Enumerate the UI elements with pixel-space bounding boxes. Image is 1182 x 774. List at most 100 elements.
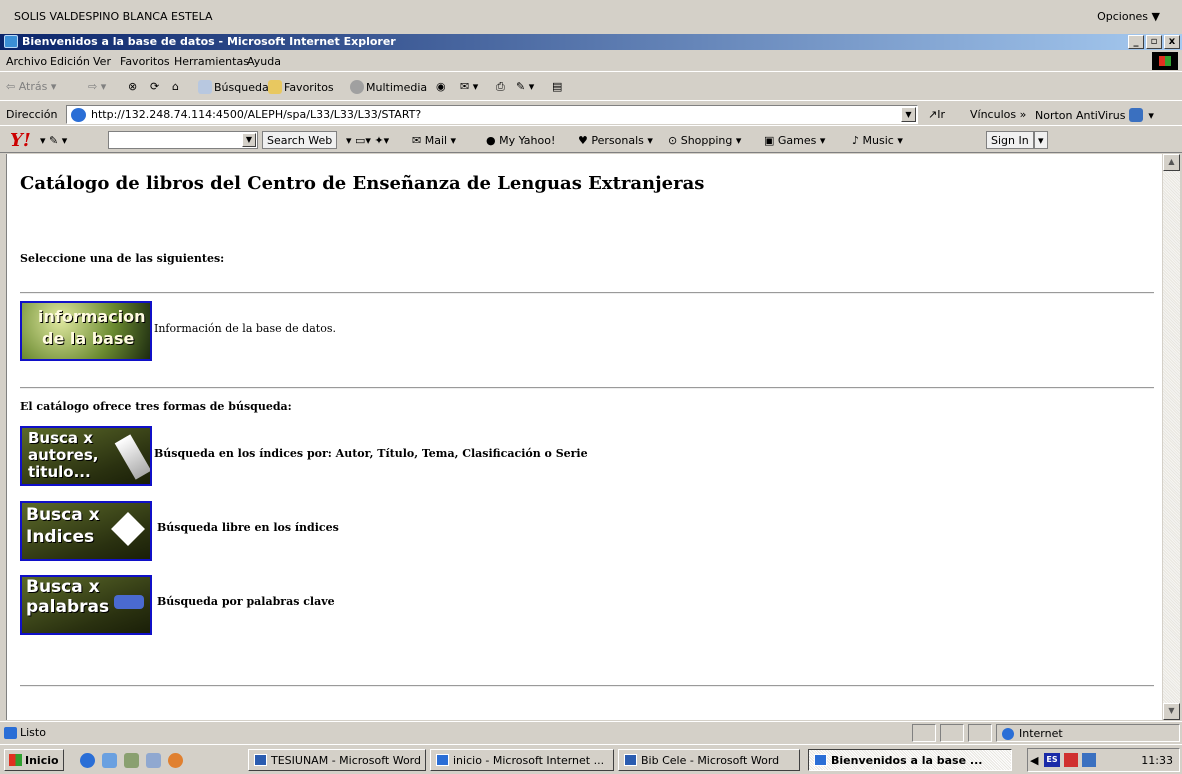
mail-icon[interactable]: ✉ ▾ xyxy=(460,80,478,93)
user-bar: SOLIS VALDESPINO BLANCA ESTELA Opciones … xyxy=(0,0,1182,34)
address-label: Dirección xyxy=(6,108,58,121)
address-input[interactable]: http://132.248.74.114:4500/ALEPH/spa/L33… xyxy=(66,105,918,124)
highlight-icon[interactable]: ▾ ▭▾ ✦▾ xyxy=(346,134,389,147)
forward-button[interactable]: ⇨ ▾ xyxy=(88,80,106,93)
pencil-icon[interactable]: ▾ ✎ ▾ xyxy=(40,134,67,147)
stop-icon[interactable]: ⊗ xyxy=(128,80,137,93)
search-indexes-desc: Búsqueda libre en los índices xyxy=(157,521,339,534)
task-tesiunam[interactable]: TESIUNAM - Microsoft Word xyxy=(248,749,426,771)
window-titlebar[interactable]: Bienvenidos a la base de datos - Microso… xyxy=(0,34,1182,50)
windows-logo-icon xyxy=(1152,52,1178,70)
ie-icon xyxy=(4,35,18,48)
search-keywords-button[interactable]: Busca x palabras xyxy=(20,575,152,635)
language-indicator[interactable]: ES xyxy=(1044,753,1060,767)
divider xyxy=(20,387,1154,389)
desktop-icon[interactable] xyxy=(124,753,139,768)
vertical-scrollbar[interactable]: ▲ ▼ xyxy=(1163,154,1180,720)
search-authors-desc: Búsqueda en los índices por: Autor, Títu… xyxy=(154,447,588,460)
info-database-button[interactable]: informacion de la base xyxy=(20,301,152,361)
discuss-icon[interactable]: ▤ xyxy=(552,80,562,93)
hand-pointer-icon xyxy=(111,512,145,546)
yahoo-personals[interactable]: ♥ Personals ▾ xyxy=(578,134,653,147)
maximize-button[interactable]: ▫ xyxy=(1146,35,1162,49)
links-button[interactable]: Vínculos » xyxy=(970,108,1026,121)
search-button[interactable]: Búsqueda xyxy=(198,80,269,94)
ie-icon xyxy=(436,754,449,766)
globe-icon xyxy=(1002,728,1014,740)
security-zone: Internet xyxy=(996,724,1180,742)
chevron-down-icon[interactable]: ▼ xyxy=(242,133,256,147)
pointer-icon xyxy=(114,434,150,480)
menu-ver[interactable]: Ver xyxy=(93,55,111,68)
close-button[interactable]: x xyxy=(1164,35,1180,49)
system-tray: ◀ ES 11:33 xyxy=(1027,748,1180,772)
back-button[interactable]: ⇦ Atrás ▾ xyxy=(6,80,56,93)
task-inicio[interactable]: inicio - Microsoft Internet ... xyxy=(430,749,614,771)
status-text: Listo xyxy=(20,726,46,739)
search-web-button[interactable]: Search Web xyxy=(262,131,338,149)
favorites-button[interactable]: Favoritos xyxy=(268,80,334,94)
divider xyxy=(20,685,1154,687)
task-bienvenidos[interactable]: Bienvenidos a la base ... xyxy=(808,749,1012,771)
norton-tray-icon[interactable] xyxy=(1082,753,1096,767)
select-prompt: Seleccione una de las siguientes: xyxy=(20,252,225,265)
taskbar: Inicio TESIUNAM - Microsoft Word inicio … xyxy=(0,744,1182,774)
media-button[interactable]: Multimedia xyxy=(350,80,427,94)
go-button[interactable]: ↗Ir xyxy=(928,108,945,121)
sign-in-button[interactable]: Sign In xyxy=(986,131,1034,149)
user-name: SOLIS VALDESPINO BLANCA ESTELA xyxy=(14,10,213,23)
menu-ayuda[interactable]: Ayuda xyxy=(247,55,281,68)
yahoo-music[interactable]: ♪ Music ▾ xyxy=(852,134,903,147)
home-icon[interactable]: ⌂ xyxy=(172,80,179,93)
volume-icon[interactable]: ◀ xyxy=(1030,754,1038,767)
star-icon xyxy=(268,80,282,94)
page-icon xyxy=(4,727,17,739)
yahoo-games[interactable]: ▣ Games ▾ xyxy=(764,134,825,147)
yahoo-shopping[interactable]: ⊙ Shopping ▾ xyxy=(668,134,741,147)
outlook-icon[interactable] xyxy=(102,753,117,768)
edit-icon[interactable]: ✎ ▾ xyxy=(516,80,534,93)
scroll-down-button[interactable]: ▼ xyxy=(1163,703,1180,720)
yahoo-search-input[interactable]: ▼ xyxy=(108,131,258,149)
norton-icon xyxy=(1128,108,1143,122)
print-icon[interactable]: ⎙ xyxy=(496,80,505,94)
minimize-button[interactable]: _ xyxy=(1128,35,1144,49)
status-cell xyxy=(940,724,964,742)
menu-bar: Archivo Edición Ver Favoritos Herramient… xyxy=(0,50,1182,72)
address-dropdown[interactable]: ▼ xyxy=(901,107,916,122)
word-icon xyxy=(254,754,267,766)
go-arrow-icon: ↗ xyxy=(928,108,938,121)
menu-edicion[interactable]: Edición xyxy=(50,55,90,68)
address-url: http://132.248.74.114:4500/ALEPH/spa/L33… xyxy=(91,108,422,121)
search-quicklaunch-icon[interactable] xyxy=(146,753,161,768)
yahoo-my-yahoo[interactable]: ● My Yahoo! xyxy=(486,134,555,147)
start-button[interactable]: Inicio xyxy=(4,749,64,771)
options-menu[interactable]: Opciones ▼ xyxy=(1097,10,1160,23)
status-bar: Listo Internet xyxy=(0,721,1182,743)
history-icon[interactable]: ◉ xyxy=(436,80,446,93)
tray-app-icon[interactable] xyxy=(1064,753,1078,767)
menu-favoritos[interactable]: Favoritos xyxy=(120,55,170,68)
search-authors-button[interactable]: Busca x autores, titulo... xyxy=(20,426,152,486)
search-keywords-desc: Búsqueda por palabras clave xyxy=(157,595,335,608)
search-indexes-button[interactable]: Busca x Indices xyxy=(20,501,152,561)
yahoo-mail[interactable]: ✉ Mail ▾ xyxy=(412,134,456,147)
yahoo-toolbar: Y! ▾ ✎ ▾ ▼ Search Web ▾ ▭▾ ✦▾ ✉ Mail ▾ ●… xyxy=(0,127,1182,153)
refresh-icon[interactable]: ⟳ xyxy=(150,80,159,93)
norton-antivirus[interactable]: Norton AntiVirus ▾ xyxy=(1035,108,1154,122)
keywords-icon xyxy=(114,595,144,609)
menu-archivo[interactable]: Archivo xyxy=(6,55,47,68)
search-icon xyxy=(198,80,212,94)
status-cell xyxy=(968,724,992,742)
media-player-icon[interactable] xyxy=(168,753,183,768)
ie-quicklaunch-icon[interactable] xyxy=(80,753,95,768)
clock: 11:33 xyxy=(1141,754,1173,767)
window-title: Bienvenidos a la base de datos - Microso… xyxy=(22,35,396,48)
sign-in-dropdown[interactable]: ▾ xyxy=(1034,131,1048,149)
task-bibcele[interactable]: Bib Cele - Microsoft Word xyxy=(618,749,800,771)
page-title: Catálogo de libros del Centro de Enseñan… xyxy=(20,173,705,194)
yahoo-logo[interactable]: Y! xyxy=(10,130,31,151)
scroll-up-button[interactable]: ▲ xyxy=(1163,154,1180,171)
menu-herramientas[interactable]: Herramientas xyxy=(174,55,249,68)
address-bar: Dirección http://132.248.74.114:4500/ALE… xyxy=(0,102,1182,126)
